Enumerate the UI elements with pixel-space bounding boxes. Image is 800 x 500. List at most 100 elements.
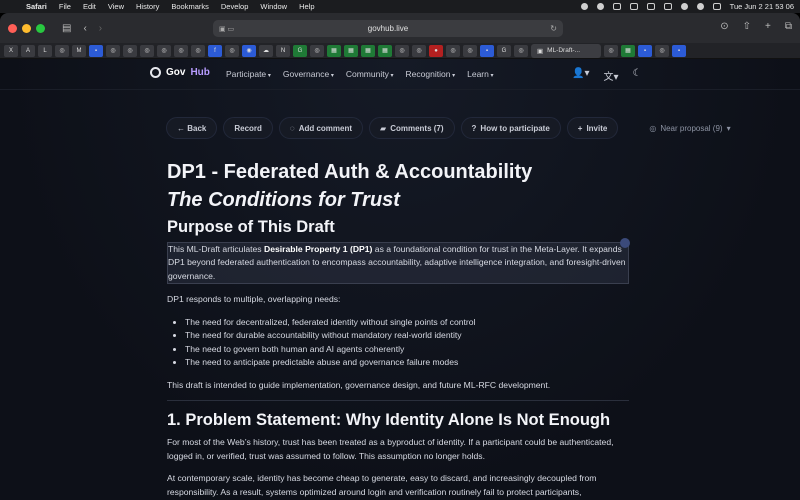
tab-overview-icon[interactable]: ⧉: [785, 21, 792, 32]
highlighted-paragraph[interactable]: This ML-Draft articulates Desirable Prop…: [167, 238, 630, 285]
tab-favicon[interactable]: ▪: [672, 44, 686, 57]
menu-window[interactable]: Window: [260, 2, 287, 11]
nav-learn[interactable]: Learn: [467, 69, 493, 79]
tab-favicon[interactable]: ◎: [310, 44, 324, 57]
purpose-heading: Purpose of This Draft: [167, 218, 335, 236]
tab-favicon[interactable]: ◎: [463, 44, 477, 57]
dark-mode-icon[interactable]: ☾: [633, 68, 642, 83]
close-window-button[interactable]: [8, 23, 17, 33]
nav-participate[interactable]: Participate: [226, 69, 271, 79]
tab-favicon[interactable]: ◎: [514, 44, 528, 57]
tab-favicon[interactable]: X: [4, 44, 18, 57]
tab-favicon[interactable]: ◎: [395, 44, 409, 57]
url-text[interactable]: govhub.live: [368, 24, 408, 33]
status-icon[interactable]: [612, 3, 621, 10]
tab-favicon[interactable]: ▪: [89, 44, 103, 57]
tab-favicon[interactable]: f: [208, 44, 222, 57]
translate-icon[interactable]: 文▾: [603, 68, 618, 83]
sidebar-icon[interactable]: ▤: [62, 23, 71, 34]
section-1-paragraph-1: For most of the Web’s history, trust has…: [167, 437, 614, 461]
nav-governance[interactable]: Governance: [283, 69, 334, 79]
nav-community[interactable]: Community: [346, 69, 394, 79]
tab-favicon[interactable]: ◎: [140, 44, 154, 57]
tab-favicon[interactable]: ◎: [604, 44, 618, 57]
tab-favicon[interactable]: ☁: [259, 44, 273, 57]
clock[interactable]: Tue Jun 2 21 53 06: [730, 2, 794, 11]
nav-recognition[interactable]: Recognition: [406, 69, 456, 79]
search-icon[interactable]: [696, 3, 704, 10]
tab-favicon[interactable]: M: [72, 44, 86, 57]
tab-favicon[interactable]: ◎: [446, 44, 460, 57]
tab-bar: X A L ◎ M ▪ ◎ ◎ ◎ ◎ ◎ ◎ f ◎ ◉ ☁ N G ◎ ▦ …: [0, 43, 800, 59]
add-comment-button[interactable]: ◌ Add comment: [278, 117, 364, 139]
list-item: The need to govern both human and AI age…: [185, 343, 629, 357]
tab-favicon[interactable]: N: [276, 44, 290, 57]
status-icon[interactable]: [580, 3, 588, 10]
status-icon[interactable]: [646, 3, 655, 10]
active-tab[interactable]: ▣ ML-Draft-...: [531, 43, 601, 58]
user-icon[interactable]: 👤▾: [572, 68, 589, 83]
tab-favicon[interactable]: ●: [429, 44, 443, 57]
tab-favicon[interactable]: ◉: [242, 44, 256, 57]
tab-favicon[interactable]: ◎: [55, 44, 69, 57]
menu-help[interactable]: Help: [299, 2, 314, 11]
tab-favicon[interactable]: ▦: [361, 44, 375, 57]
tab-favicon[interactable]: ◎: [191, 44, 205, 57]
tab-favicon[interactable]: ▦: [344, 44, 358, 57]
tab-favicon[interactable]: G: [497, 44, 511, 57]
near-proposal-dropdown[interactable]: ◎ Near proposal (9) ▾: [638, 117, 741, 139]
battery-icon[interactable]: [663, 3, 672, 10]
page-menu-icon[interactable]: ▣ ▭: [219, 25, 234, 33]
tab-favicon[interactable]: ◎: [157, 44, 171, 57]
tab-favicon[interactable]: ◎: [412, 44, 426, 57]
menu-view[interactable]: View: [108, 2, 124, 11]
tab-favicon[interactable]: ▪: [480, 44, 494, 57]
back-arrow-icon[interactable]: ‹: [83, 23, 86, 34]
forward-arrow-icon[interactable]: ›: [99, 23, 102, 34]
downloads-icon[interactable]: ⊙: [720, 21, 728, 32]
how-to-participate-button[interactable]: ? How to participate: [460, 117, 561, 139]
tab-favicon[interactable]: G: [293, 44, 307, 57]
menu-bookmarks[interactable]: Bookmarks: [171, 2, 209, 11]
tab-favicon[interactable]: ▪: [638, 44, 652, 57]
tab-favicon[interactable]: L: [38, 44, 52, 57]
zoom-window-button[interactable]: [36, 23, 45, 33]
record-button[interactable]: Record: [223, 117, 273, 139]
tab-favicon[interactable]: A: [21, 44, 35, 57]
menu-develop[interactable]: Develop: [221, 2, 249, 11]
menu-history[interactable]: History: [136, 2, 159, 11]
tab-favicon[interactable]: ▦: [327, 44, 341, 57]
status-icon[interactable]: [629, 3, 638, 10]
menu-app-name[interactable]: Safari: [26, 2, 47, 11]
tab-favicon[interactable]: ◎: [123, 44, 137, 57]
govhub-logo[interactable]: Gov Hub: [150, 67, 210, 78]
comments-button[interactable]: ▰ Comments (7): [369, 117, 455, 139]
tab-favicon[interactable]: ▦: [378, 44, 392, 57]
menu-edit[interactable]: Edit: [83, 2, 96, 11]
list-item: The need for decentralized, federated id…: [185, 316, 629, 330]
invite-button[interactable]: + Invite: [566, 117, 619, 139]
purpose-paragraph: This ML-Draft articulates Desirable Prop…: [168, 243, 628, 283]
address-bar[interactable]: ▣ ▭ govhub.live ↻: [213, 20, 563, 37]
invite-label: Invite: [586, 123, 608, 133]
tab-favicon[interactable]: ◎: [225, 44, 239, 57]
minimize-window-button[interactable]: [22, 23, 31, 33]
menu-file[interactable]: File: [59, 2, 71, 11]
tab-favicon[interactable]: ◎: [106, 44, 120, 57]
chevron-down-icon: ▾: [726, 123, 731, 133]
share-icon[interactable]: ⇧: [743, 21, 751, 32]
new-tab-icon[interactable]: +: [765, 21, 771, 32]
wifi-icon[interactable]: [680, 3, 688, 10]
comment-badge-icon[interactable]: [620, 238, 630, 248]
status-icon[interactable]: [596, 3, 604, 10]
back-button[interactable]: ← Back: [166, 117, 218, 139]
logo-text-gov: Gov: [166, 67, 186, 78]
control-center-icon[interactable]: [712, 3, 721, 10]
reload-icon[interactable]: ↻: [550, 24, 557, 33]
tab-favicon[interactable]: ▦: [621, 44, 635, 57]
tab-favicon[interactable]: ◎: [174, 44, 188, 57]
near-label: Near proposal (9): [660, 123, 723, 133]
tab-favicon[interactable]: ◎: [655, 44, 669, 57]
